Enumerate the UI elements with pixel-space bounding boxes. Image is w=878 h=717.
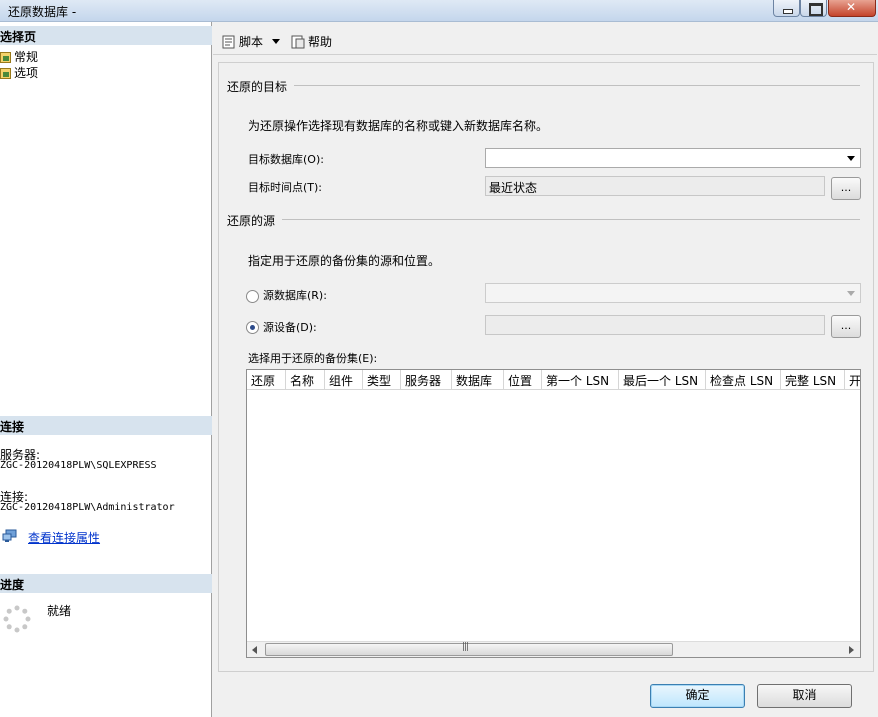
cancel-button[interactable]: 取消 [757,684,852,708]
connection-value: ZGC-20120418PLW\Administrator [0,502,175,513]
scroll-thumb[interactable] [265,642,673,656]
from-device-field [485,315,825,335]
server-value: ZGC-20120418PLW\SQLEXPRESS [0,460,157,471]
source-hint: 指定用于还原的备份集的源和位置。 [248,254,441,268]
page-item-label: 常规 [14,50,39,64]
grid-column-header[interactable]: 第一个 LSN [542,370,619,390]
grid-header: 还原 名称 组件 类型 服务器 数据库 位置 第一个 LSN 最后一个 LSN … [247,370,860,390]
source-divider [282,219,860,220]
from-device-browse-button[interactable]: ... [831,315,861,338]
from-database-label: 源数据库(R): [263,289,327,302]
from-database-radio[interactable] [246,290,259,303]
destination-divider [294,85,860,86]
grid-column-header[interactable]: 名称 [286,370,325,390]
close-button[interactable] [828,0,876,17]
source-group-title: 还原的源 [227,214,276,228]
grid-column-header[interactable]: 检查点 LSN [706,370,781,390]
backup-sets-label: 选择用于还原的备份集(E): [248,352,378,365]
from-database-combo [485,283,861,303]
target-database-combo[interactable] [485,148,861,168]
page-icon [0,51,11,63]
chevron-down-icon [847,291,855,296]
target-time-label: 目标时间点(T): [248,181,323,194]
progress-status: 就绪 [47,604,72,618]
scroll-right-icon[interactable] [849,646,854,654]
help-button[interactable]: 帮助 [290,33,332,50]
toolbar-divider [213,54,877,55]
target-database-label: 目标数据库(O): [248,153,324,166]
target-time-browse-button[interactable]: ... [831,177,861,200]
chevron-down-icon [847,156,855,161]
grid-column-header[interactable]: 还原 [247,370,286,390]
left-pane: 选择页 常规 选项 连接 服务器: ZGC-20120418PLW\SQLEXP… [0,22,212,717]
grid-column-header[interactable]: 完整 LSN [781,370,845,390]
grid-column-header[interactable]: 服务器 [401,370,452,390]
horizontal-scrollbar[interactable] [247,641,860,657]
select-page-header: 选择页 [0,26,212,45]
grid-column-header[interactable]: 位置 [504,370,542,390]
script-button[interactable]: 脚本 [221,33,281,50]
window-title: 还原数据库 - [8,5,77,19]
script-dropdown-arrow-icon[interactable] [272,39,281,44]
target-time-field: 最近状态 [485,176,825,196]
connection-header: 连接 [0,416,212,435]
backup-sets-grid[interactable]: 还原 名称 组件 类型 服务器 数据库 位置 第一个 LSN 最后一个 LSN … [246,369,861,658]
grid-column-header[interactable]: 组件 [325,370,363,390]
help-icon [291,35,305,48]
page-item-options[interactable]: 选项 [0,64,38,81]
help-label: 帮助 [308,35,333,49]
scroll-left-icon[interactable] [252,646,257,654]
title-bar: 还原数据库 - [0,0,878,22]
grid-column-header[interactable]: 开 [845,370,860,390]
grid-column-header[interactable]: 最后一个 LSN [619,370,706,390]
grid-column-header[interactable]: 类型 [363,370,401,390]
progress-header: 进度 [0,574,212,593]
toolbar: 脚本 帮助 [213,26,878,54]
maximize-button[interactable] [800,0,827,17]
script-icon [222,35,235,48]
view-connection-properties-link[interactable]: 查看连接属性 [28,529,100,546]
page-item-label: 选项 [14,66,39,80]
destination-group-title: 还原的目标 [227,80,288,94]
from-device-label: 源设备(D): [263,321,317,334]
from-device-radio[interactable] [246,321,259,334]
destination-hint: 为还原操作选择现有数据库的名称或键入新数据库名称。 [248,119,549,133]
grid-column-header[interactable]: 数据库 [452,370,504,390]
script-label: 脚本 [239,35,264,49]
ok-button[interactable]: 确定 [650,684,745,708]
progress-spinner-icon [3,605,31,633]
page-icon [0,67,11,79]
connection-properties-icon [2,529,17,542]
minimize-button[interactable] [773,0,800,17]
page-item-general[interactable]: 常规 [0,48,38,65]
